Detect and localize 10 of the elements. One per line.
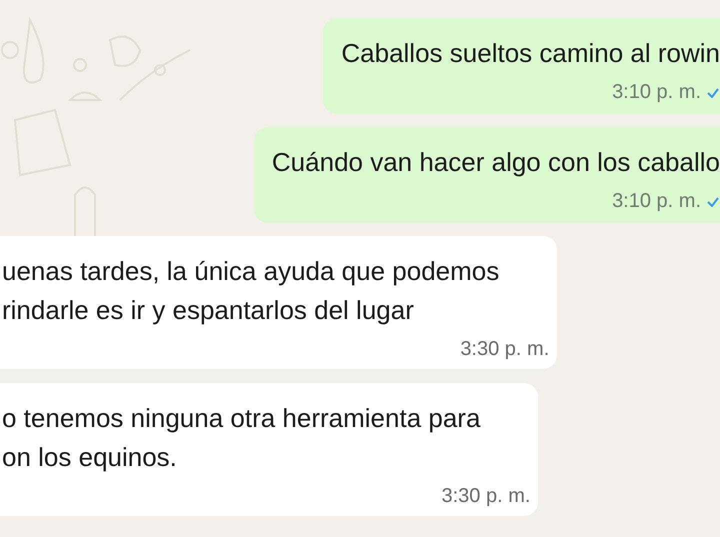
message-time: 3:10 p. m. <box>612 81 701 104</box>
message-text: on los equinos. <box>2 441 178 474</box>
message-time: 3:30 p. m. <box>460 338 550 361</box>
message-time: 3:30 p. m. <box>441 485 530 508</box>
message-text: rindarle es ir y espantarlos del lugar <box>2 294 415 327</box>
message-text: Cuándo van hacer algo con los caballo <box>272 146 720 179</box>
message-text: uenas tardes, la única ayuda que podemos <box>2 255 500 288</box>
message-text: o tenemos ninguna otra herramienta para <box>2 402 480 435</box>
message-time: 3:10 p. m. <box>612 190 701 213</box>
message-text: Caballos sueltos camino al rowin <box>341 37 720 70</box>
